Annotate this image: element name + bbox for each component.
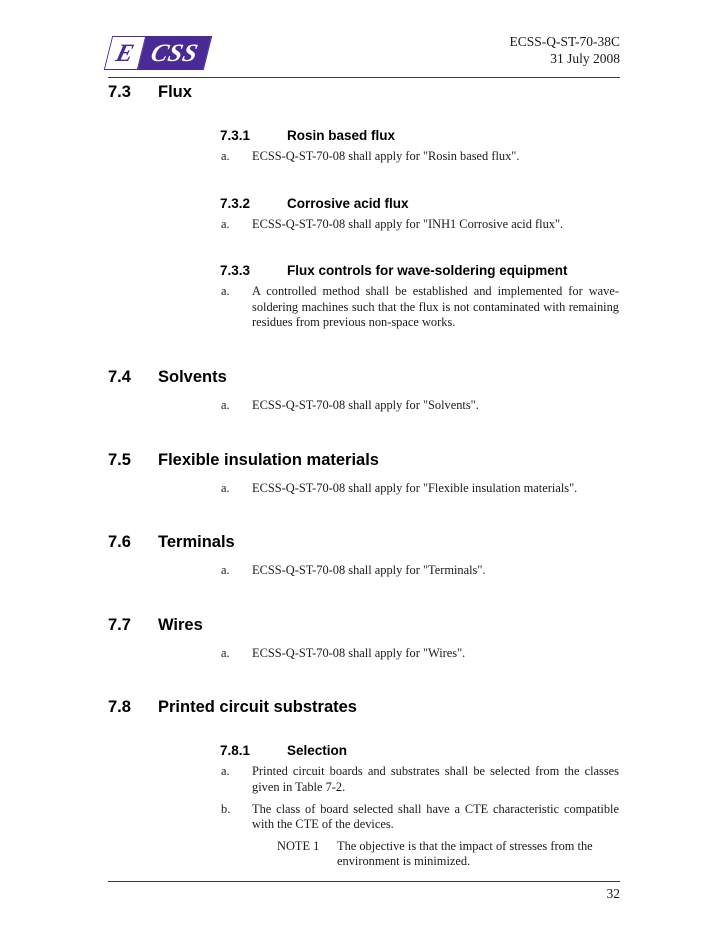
section-heading-7-6: 7.6 Terminals <box>108 532 728 552</box>
requirement-item: a. ECSS-Q-ST-70-08 shall apply for "Flex… <box>221 481 619 497</box>
requirement-text: ECSS-Q-ST-70-08 shall apply for "Solvent… <box>252 397 479 412</box>
requirement-item: b. The class of board selected shall hav… <box>221 802 619 833</box>
section-number: 7.7 <box>108 615 131 634</box>
requirement-text: ECSS-Q-ST-70-08 shall apply for "Rosin b… <box>252 149 520 163</box>
subsection-title: Selection <box>287 743 348 759</box>
document-date: 31 July 2008 <box>550 51 620 66</box>
requirement-marker: a. <box>221 149 230 163</box>
subsection-title: Rosin based flux <box>287 128 396 143</box>
requirement-marker: a. <box>221 216 230 231</box>
requirement-marker: a. <box>221 397 230 412</box>
subsection-number: 7.3.1 <box>220 128 251 143</box>
subsection-heading-7-3-2: 7.3.2 Corrosive acid flux <box>220 195 728 213</box>
section-title: Solvents <box>158 367 227 386</box>
note-text: The objective is that the impact of stre… <box>337 838 593 869</box>
section-heading-7-7: 7.7 Wires <box>108 615 728 635</box>
subsection-heading-7-3-3: 7.3.3 Flux controls for wave-soldering e… <box>220 262 728 280</box>
requirement-marker: a. <box>221 563 230 578</box>
page-header: E CSS ECSS-Q-ST-70-38C 31 July 2008 <box>103 33 620 79</box>
section-title: Flux <box>158 83 192 101</box>
requirement-text: ECSS-Q-ST-70-08 shall apply for "Flexibl… <box>252 480 578 495</box>
section-title: Wires <box>158 615 203 634</box>
requirement-item: a. ECSS-Q-ST-70-08 shall apply for "Term… <box>221 563 619 579</box>
requirement-item: a. A controlled method shall be establis… <box>221 284 619 331</box>
requirement-item: a. Printed circuit boards and substrates… <box>221 764 619 795</box>
section-number: 7.4 <box>108 367 131 386</box>
section-heading-7-3: 7.3 Flux <box>108 82 728 102</box>
header-document-info: ECSS-Q-ST-70-38C 31 July 2008 <box>509 33 620 67</box>
requirement-item: a. ECSS-Q-ST-70-08 shall apply for "Solv… <box>221 398 619 414</box>
subsection-title: Flux controls for wave-soldering equipme… <box>287 263 568 279</box>
subsection-heading-7-8-1: 7.8.1 Selection <box>220 742 728 760</box>
requirement-text: The class of board selected shall have a… <box>252 801 619 832</box>
requirement-text: ECSS-Q-ST-70-08 shall apply for "Termina… <box>252 563 486 578</box>
document-body: 7.3 Flux 7.3.1 Rosin based flux a. ECSS-… <box>0 82 728 870</box>
requirement-item: a. ECSS-Q-ST-70-08 shall apply for "INH1… <box>221 217 619 233</box>
header-divider <box>108 77 620 78</box>
footer-divider <box>108 881 620 882</box>
subsection-heading-7-3-1: 7.3.1 Rosin based flux <box>220 127 728 145</box>
document-page: E CSS ECSS-Q-ST-70-38C 31 July 2008 7.3 … <box>0 0 728 942</box>
requirement-text: A controlled method shall be established… <box>252 284 619 330</box>
section-number: 7.6 <box>108 533 131 552</box>
requirement-item: a. ECSS-Q-ST-70-08 shall apply for "Wire… <box>221 646 619 662</box>
subsection-number: 7.3.2 <box>220 195 251 211</box>
requirement-marker: a. <box>221 284 230 299</box>
section-title: Terminals <box>158 533 235 552</box>
subsection-title: Corrosive acid flux <box>287 195 409 211</box>
section-heading-7-5: 7.5 Flexible insulation materials <box>108 450 728 470</box>
subsection-number: 7.3.3 <box>220 263 251 279</box>
section-heading-7-8: 7.8 Printed circuit substrates <box>108 697 728 717</box>
section-heading-7-4: 7.4 Solvents <box>108 367 728 387</box>
page-number: 32 <box>606 886 621 901</box>
document-id: ECSS-Q-ST-70-38C <box>509 34 620 49</box>
section-title: Printed circuit substrates <box>158 698 357 717</box>
note-item: NOTE 1 The objective is that the impact … <box>277 839 619 870</box>
requirement-text: Printed circuit boards and substrates sh… <box>252 764 619 794</box>
note-label: NOTE 1 <box>277 838 320 853</box>
requirement-item: a. ECSS-Q-ST-70-08 shall apply for "Rosi… <box>221 149 619 165</box>
requirement-marker: a. <box>221 764 230 779</box>
requirement-text: ECSS-Q-ST-70-08 shall apply for "INH1 Co… <box>252 216 564 231</box>
logo-letters-css: CSS <box>138 37 211 69</box>
requirement-marker: a. <box>221 645 230 660</box>
section-number: 7.3 <box>108 83 131 101</box>
section-number: 7.8 <box>108 698 131 717</box>
ecss-logo: E CSS <box>103 36 213 70</box>
requirement-text: ECSS-Q-ST-70-08 shall apply for "Wires". <box>252 645 466 660</box>
section-title: Flexible insulation materials <box>158 450 379 469</box>
requirement-marker: b. <box>221 801 231 816</box>
section-number: 7.5 <box>108 450 131 469</box>
subsection-number: 7.8.1 <box>220 743 251 759</box>
requirement-marker: a. <box>221 480 230 495</box>
